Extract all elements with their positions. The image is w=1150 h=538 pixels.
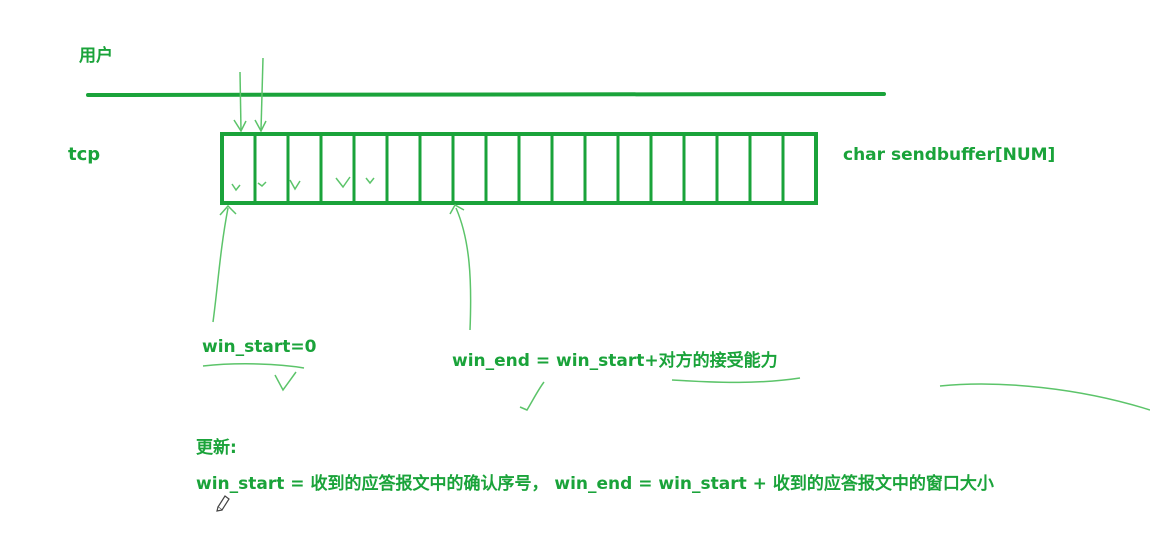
user-line bbox=[86, 92, 886, 97]
win-start-arrow bbox=[212, 204, 237, 323]
update-title: 更新: bbox=[196, 438, 237, 458]
win-end-label: win_end = win_start+对方的接受能力 bbox=[452, 351, 778, 371]
user-label: 用户 bbox=[79, 46, 113, 66]
tcp-label: tcp bbox=[68, 144, 101, 165]
pencil-cursor-icon bbox=[216, 495, 230, 512]
buffer-label: char sendbuffer[NUM] bbox=[843, 145, 1056, 165]
send-buffer bbox=[220, 132, 818, 205]
win-end-arrow bbox=[449, 203, 472, 331]
win-start-label: win_start=0 bbox=[202, 337, 317, 357]
buffer-dividers bbox=[253, 134, 785, 203]
update-formula: win_start = 收到的应答报文中的确认序号， win_end = win… bbox=[196, 474, 994, 494]
diagram-canvas bbox=[86, 57, 1150, 512]
